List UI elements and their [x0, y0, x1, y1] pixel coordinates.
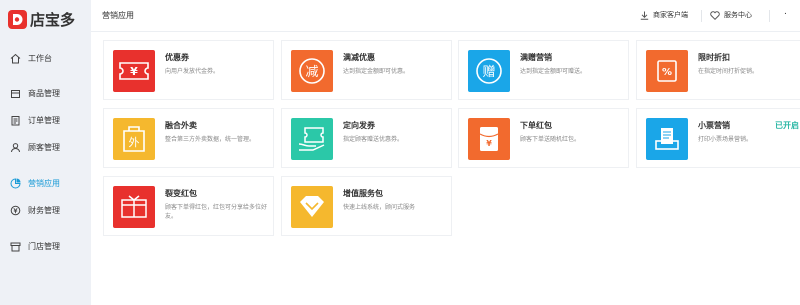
app-logo[interactable]: 店宝多	[8, 9, 75, 30]
discount-icon: 减	[291, 50, 333, 92]
header-divider	[769, 10, 770, 22]
heart-icon	[710, 10, 720, 20]
download-icon	[640, 11, 649, 20]
app-card-desc: 向用户发放代金券。	[165, 68, 220, 75]
sidebar: 店宝多 工作台 商品管理 订单管理 顾客管理 营销应用 财务管理 门店管理	[0, 0, 91, 305]
app-card-desc: 指定顾客赠送优惠券。	[343, 136, 404, 143]
status-badge: 已开启	[775, 121, 799, 130]
fission-red-packet-icon	[113, 186, 155, 228]
app-card-title: 满减优惠	[343, 53, 375, 62]
customer-icon	[10, 142, 21, 153]
app-card-service-package[interactable]: 增值服务包 快速上线系统，顾问式服务	[281, 176, 452, 236]
svg-text:¥: ¥	[130, 65, 138, 78]
app-card-order-red-packet[interactable]: ¥ 下单红包 顾客下单送随机红包。	[458, 108, 629, 168]
svg-text:%: %	[662, 67, 672, 78]
svg-text:赠: 赠	[482, 65, 495, 80]
sidebar-item-customers[interactable]: 顾客管理	[0, 137, 91, 157]
merchant-client-label: 商家客户端	[653, 11, 688, 19]
service-center-label: 服务中心	[724, 11, 752, 19]
app-card-targeted-coupon[interactable]: 定向发券 指定顾客赠送优惠券。	[281, 108, 452, 168]
logo-text: 店宝多	[30, 11, 76, 29]
receipt-icon	[646, 118, 688, 160]
sidebar-item-label: 商品管理	[28, 88, 60, 98]
app-card-takeout[interactable]: 外 融合外卖 整合第三方外卖数据，统一管理。	[103, 108, 274, 168]
app-card-full-reduction[interactable]: 减 满减优惠 达到指定金额即可优惠。	[281, 40, 452, 100]
sidebar-item-label: 门店管理	[28, 241, 60, 251]
header-divider	[701, 10, 702, 22]
finance-icon	[10, 205, 21, 216]
app-card-title: 限时折扣	[698, 53, 730, 62]
page-title: 营销应用	[102, 11, 134, 20]
app-card-title: 优惠券	[165, 53, 189, 62]
svg-text:外: 外	[129, 136, 140, 149]
app-card-title: 定向发券	[343, 121, 375, 130]
svg-text:¥: ¥	[486, 139, 492, 148]
sidebar-item-products[interactable]: 商品管理	[0, 83, 91, 103]
top-bar: 营销应用 商家客户端 服务中心 .	[91, 0, 800, 32]
sidebar-item-label: 工作台	[28, 53, 52, 63]
app-card-receipt-marketing[interactable]: 小票营销 打印小票场景营销。 已开启	[636, 108, 800, 168]
service-center-link[interactable]: 服务中心	[710, 10, 752, 20]
sidebar-item-label: 订单管理	[28, 115, 60, 125]
home-icon	[10, 53, 21, 64]
app-card-coupon[interactable]: ¥ 优惠券 向用户发放代金券。	[103, 40, 274, 100]
app-card-desc: 达到指定金额即可优惠。	[343, 68, 410, 75]
logo-icon	[8, 10, 27, 29]
svg-text:减: 减	[305, 65, 318, 80]
store-icon	[10, 241, 21, 252]
app-card-title: 小票营销	[698, 121, 730, 130]
app-card-title: 融合外卖	[165, 121, 197, 130]
coupon-icon: ¥	[113, 50, 155, 92]
app-card-title: 满赠营销	[520, 53, 552, 62]
sidebar-item-workbench[interactable]: 工作台	[0, 48, 91, 68]
app-card-desc: 整合第三方外卖数据，统一管理。	[165, 136, 256, 143]
takeout-icon: 外	[113, 118, 155, 160]
gift-icon: 赠	[468, 50, 510, 92]
sidebar-item-stores[interactable]: 门店管理	[0, 236, 91, 256]
app-card-fission-red-packet[interactable]: 裂变红包 顾客下单得红包，红包可分享给多位好友。	[103, 176, 274, 236]
sidebar-item-marketing[interactable]: 营销应用	[0, 173, 91, 193]
app-card-desc: 顾客下单得红包，红包可分享给多位好友。	[165, 204, 268, 220]
order-icon	[10, 115, 21, 126]
user-menu[interactable]: .	[784, 7, 787, 17]
merchant-client-link[interactable]: 商家客户端	[640, 10, 688, 20]
app-card-desc: 达到指定金额即可赠送。	[520, 68, 587, 75]
app-card-full-gift[interactable]: 赠 满赠营销 达到指定金额即可赠送。	[458, 40, 629, 100]
app-card-title: 裂变红包	[165, 189, 197, 198]
sidebar-item-finance[interactable]: 财务管理	[0, 200, 91, 220]
marketing-apps-grid: ¥ 优惠券 向用户发放代金券。 减 满减优惠 达到指定金额即可优惠。 赠 满赠营…	[91, 32, 800, 305]
sidebar-item-label: 财务管理	[28, 205, 60, 215]
timed-discount-icon: %	[646, 50, 688, 92]
targeted-coupon-icon	[291, 118, 333, 160]
red-packet-icon: ¥	[468, 118, 510, 160]
app-card-title: 下单红包	[520, 121, 552, 130]
app-card-desc: 顾客下单送随机红包。	[520, 136, 581, 143]
sidebar-item-orders[interactable]: 订单管理	[0, 110, 91, 130]
app-card-title: 增值服务包	[343, 189, 383, 198]
app-card-timed-discount[interactable]: % 限时折扣 在指定时间打折促销。	[636, 40, 800, 100]
sidebar-item-label: 顾客管理	[28, 142, 60, 152]
sidebar-item-label: 营销应用	[28, 178, 60, 188]
marketing-icon	[10, 177, 21, 189]
app-card-desc: 快速上线系统，顾问式服务	[343, 204, 416, 211]
product-icon	[10, 88, 21, 99]
app-card-desc: 打印小票场景营销。	[698, 136, 753, 143]
app-card-desc: 在指定时间打折促销。	[698, 68, 759, 75]
service-package-icon	[291, 186, 333, 228]
